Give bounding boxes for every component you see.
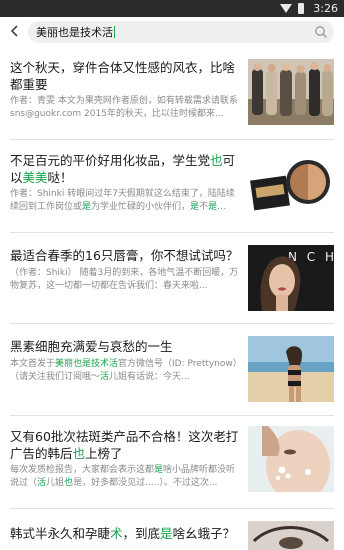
back-arrow-icon — [10, 25, 18, 37]
summary-highlight: 是 — [82, 201, 92, 212]
title-highlight: 也 — [72, 446, 86, 461]
article-item[interactable]: 最适合春季的16只唇膏，你不想试试吗？ （作者：Shiki） 随着3月的到来，各… — [0, 233, 344, 323]
title-text: 最适合春季的16只唇膏，你不想试试吗？ — [10, 248, 239, 263]
summary-text: （作者：Shiki） 随着3月的到来，各地气温不断回暖，万物复苏，这一切都一切都… — [10, 268, 239, 291]
article-thumbnail — [248, 154, 334, 220]
summary-text: 是，好多都没见过.....）。不过这次... — [73, 477, 218, 488]
title-text: 不足百元的平价好用化妆品，学生党 — [10, 153, 211, 168]
search-bar: 美丽也是技术活 — [0, 17, 344, 47]
article-item[interactable]: 又有60批次祛斑类产品不合格！这次老打广告的韩后也上榜了 每次发质检报告，大家都… — [0, 416, 344, 508]
title-text: 这个秋天，穿件合体又性感的风衣，比啥都重要 — [10, 60, 236, 92]
article-title: 最适合春季的16只唇膏，你不想试试吗？ — [10, 247, 240, 264]
article-thumbnail — [248, 521, 334, 550]
article-thumbnail: N C H — [248, 245, 334, 311]
summary-highlight: 活 — [100, 371, 110, 382]
article-summary: （作者：Shiki） 随着3月的到来，各地气温不断回暖，万物复苏，这一切都一切都… — [10, 267, 240, 292]
article-item[interactable]: 这个秋天，穿件合体又性感的风衣，比啥都重要 作者：青雯 本文为果壳网作者原创，如… — [0, 47, 344, 139]
article-summary: 本文首发于美丽也是技术活官方微信号（ID: Prettynow）（请关注我们订阅… — [10, 358, 240, 383]
article-summary: 作者：Shinki 转眼间过年7天假期就这么结束了，陆陆续续回到工作岗位或是为学… — [10, 188, 240, 213]
summary-highlight: 是 — [154, 465, 164, 475]
summary-highlight: 是 — [208, 201, 218, 212]
summary-text: 儿姐 — [46, 477, 65, 488]
title-text: 上榜了 — [85, 446, 123, 461]
text-caret — [114, 26, 115, 38]
wifi-icon — [280, 4, 292, 13]
search-icon[interactable] — [314, 25, 328, 39]
back-button[interactable] — [5, 21, 25, 41]
summary-text: 本文首发于 — [10, 359, 56, 369]
search-input[interactable]: 美丽也是技术活 — [36, 24, 115, 40]
article-title: 又有60批次祛斑类产品不合格！这次老打广告的韩后也上榜了 — [10, 428, 240, 462]
status-bar: 3:26 — [0, 0, 344, 17]
beach-woman-photo — [248, 336, 334, 402]
search-box[interactable]: 美丽也是技术活 — [28, 21, 334, 43]
article-item[interactable]: 不足百元的平价好用化妆品，学生党也可以美美哒！ 作者：Shinki 转眼间过年7… — [0, 140, 344, 232]
article-thumbnail — [248, 336, 334, 402]
thumbnail-text: N C H — [288, 250, 334, 264]
article-summary: 每次发质检报告，大家都会表示这都是啥小品牌听都没听说过（活儿姐也是，好多都没见过… — [10, 464, 240, 489]
summary-highlight: 是 — [190, 201, 200, 212]
summary-highlight: 也 — [64, 477, 74, 488]
article-title: 这个秋天，穿件合体又性感的风衣，比啥都重要 — [10, 59, 240, 93]
search-query-text: 美丽也是技术活 — [36, 26, 113, 39]
title-highlight: 术 — [110, 526, 123, 541]
eye-lashes-photo — [248, 521, 334, 550]
title-text: ，到底 — [122, 526, 161, 541]
article-item[interactable]: 韩式半永久和孕睫术，到底是啥幺蛾子？ — [0, 509, 344, 550]
summary-highlight: 活 — [37, 477, 47, 488]
summary-highlight: 美丽也是技术活 — [55, 359, 119, 369]
title-highlight: 美美 — [22, 170, 48, 185]
woman-portrait-photo: N C H — [248, 245, 334, 311]
title-text: 又有60批次祛斑类产品不合格！这次老打广告的韩后 — [10, 429, 239, 461]
summary-text: 为学业忙碌的小伙伴们， — [91, 201, 191, 212]
title-text: 黑素细胞充满爱与哀愁的一生 — [10, 339, 173, 354]
summary-text: 儿姐有话说：今天... — [109, 371, 190, 382]
battery-icon — [298, 3, 304, 14]
status-time: 3:26 — [313, 2, 338, 15]
face-mask-photo — [248, 426, 334, 492]
article-title: 不足百元的平价好用化妆品，学生党也可以美美哒！ — [10, 152, 240, 186]
article-summary: 作者：青雯 本文为果壳网作者原创，如有转载需求请联系 sns@guokr.com… — [10, 95, 240, 120]
title-highlight: 是 — [160, 526, 173, 541]
fashion-models-photo — [248, 59, 334, 125]
article-title: 韩式半永久和孕睫术，到底是啥幺蛾子？ — [10, 525, 240, 542]
article-title: 黑素细胞充满爱与哀愁的一生 — [10, 338, 240, 355]
summary-text: 不 — [199, 201, 209, 212]
title-text: 哒！ — [47, 170, 73, 185]
article-item[interactable]: 黑素细胞充满爱与哀愁的一生 本文首发于美丽也是技术活官方微信号（ID: Pret… — [0, 324, 344, 415]
summary-text: ... — [217, 201, 226, 212]
summary-text: 作者：青雯 本文为果壳网作者原创，如有转载需求请联系 sns@guokr.com… — [10, 96, 238, 119]
article-thumbnail — [248, 426, 334, 492]
title-text: 啥幺蛾子？ — [172, 526, 236, 541]
cosmetics-palette-photo — [248, 154, 334, 220]
summary-text: 每次发质检报告，大家都会表示这都 — [10, 465, 155, 475]
title-highlight: 也 — [210, 153, 223, 168]
article-thumbnail — [248, 59, 334, 125]
title-text: 韩式半永久和孕睫 — [10, 526, 111, 541]
